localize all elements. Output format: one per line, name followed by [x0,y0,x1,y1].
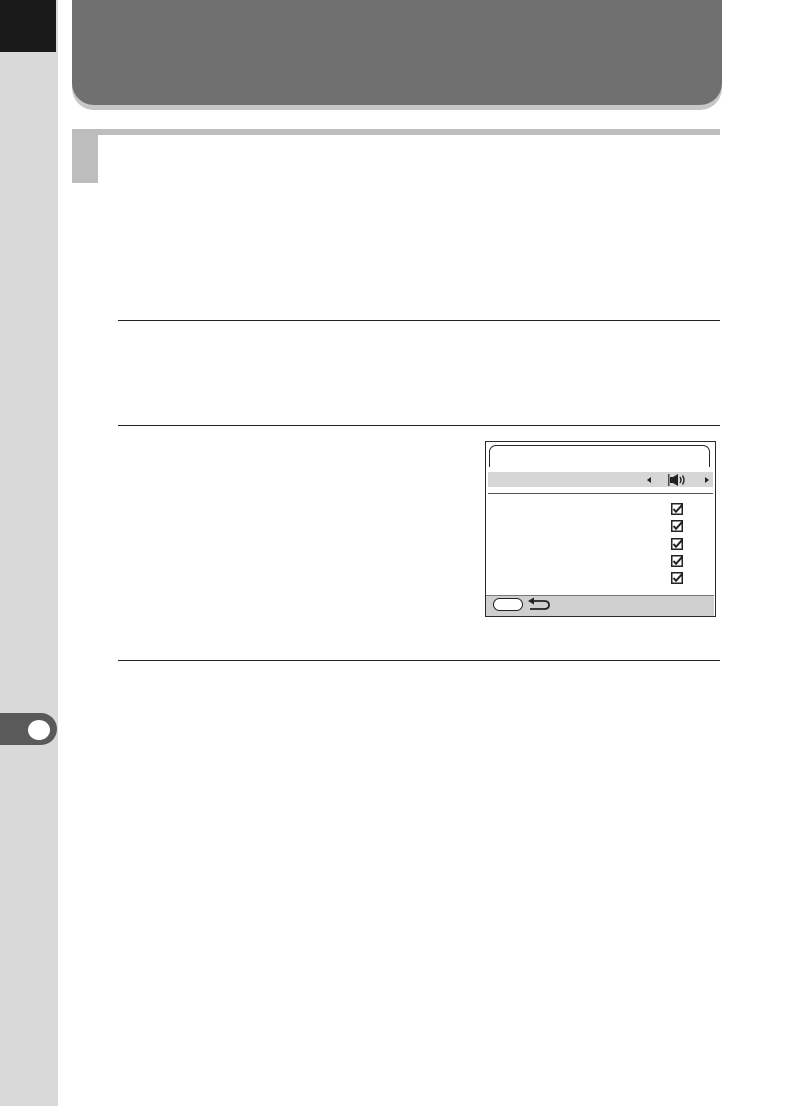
return-arrow-icon [528,597,550,610]
arrow-right-icon [705,477,709,483]
side-tab-top [0,0,56,52]
checked-box-icon [671,503,683,515]
side-strip [0,0,58,1106]
menu-button-icon [493,598,523,611]
checked-box-icon [671,538,683,550]
speaker-volume-icon [668,474,685,486]
checked-box-icon [671,572,683,584]
section-bar [72,129,720,135]
checked-box-icon [671,555,683,567]
step-divider [118,660,720,661]
step-divider [118,425,720,426]
section-marker [72,129,98,183]
screen-divider [488,493,713,494]
step-divider [118,320,720,321]
chapter-dot-icon [28,720,50,740]
checked-box-icon [671,520,683,532]
camera-screen-illustration [485,441,716,617]
screen-tab [489,445,710,467]
arrow-left-icon [647,477,651,483]
header-banner [72,0,722,105]
